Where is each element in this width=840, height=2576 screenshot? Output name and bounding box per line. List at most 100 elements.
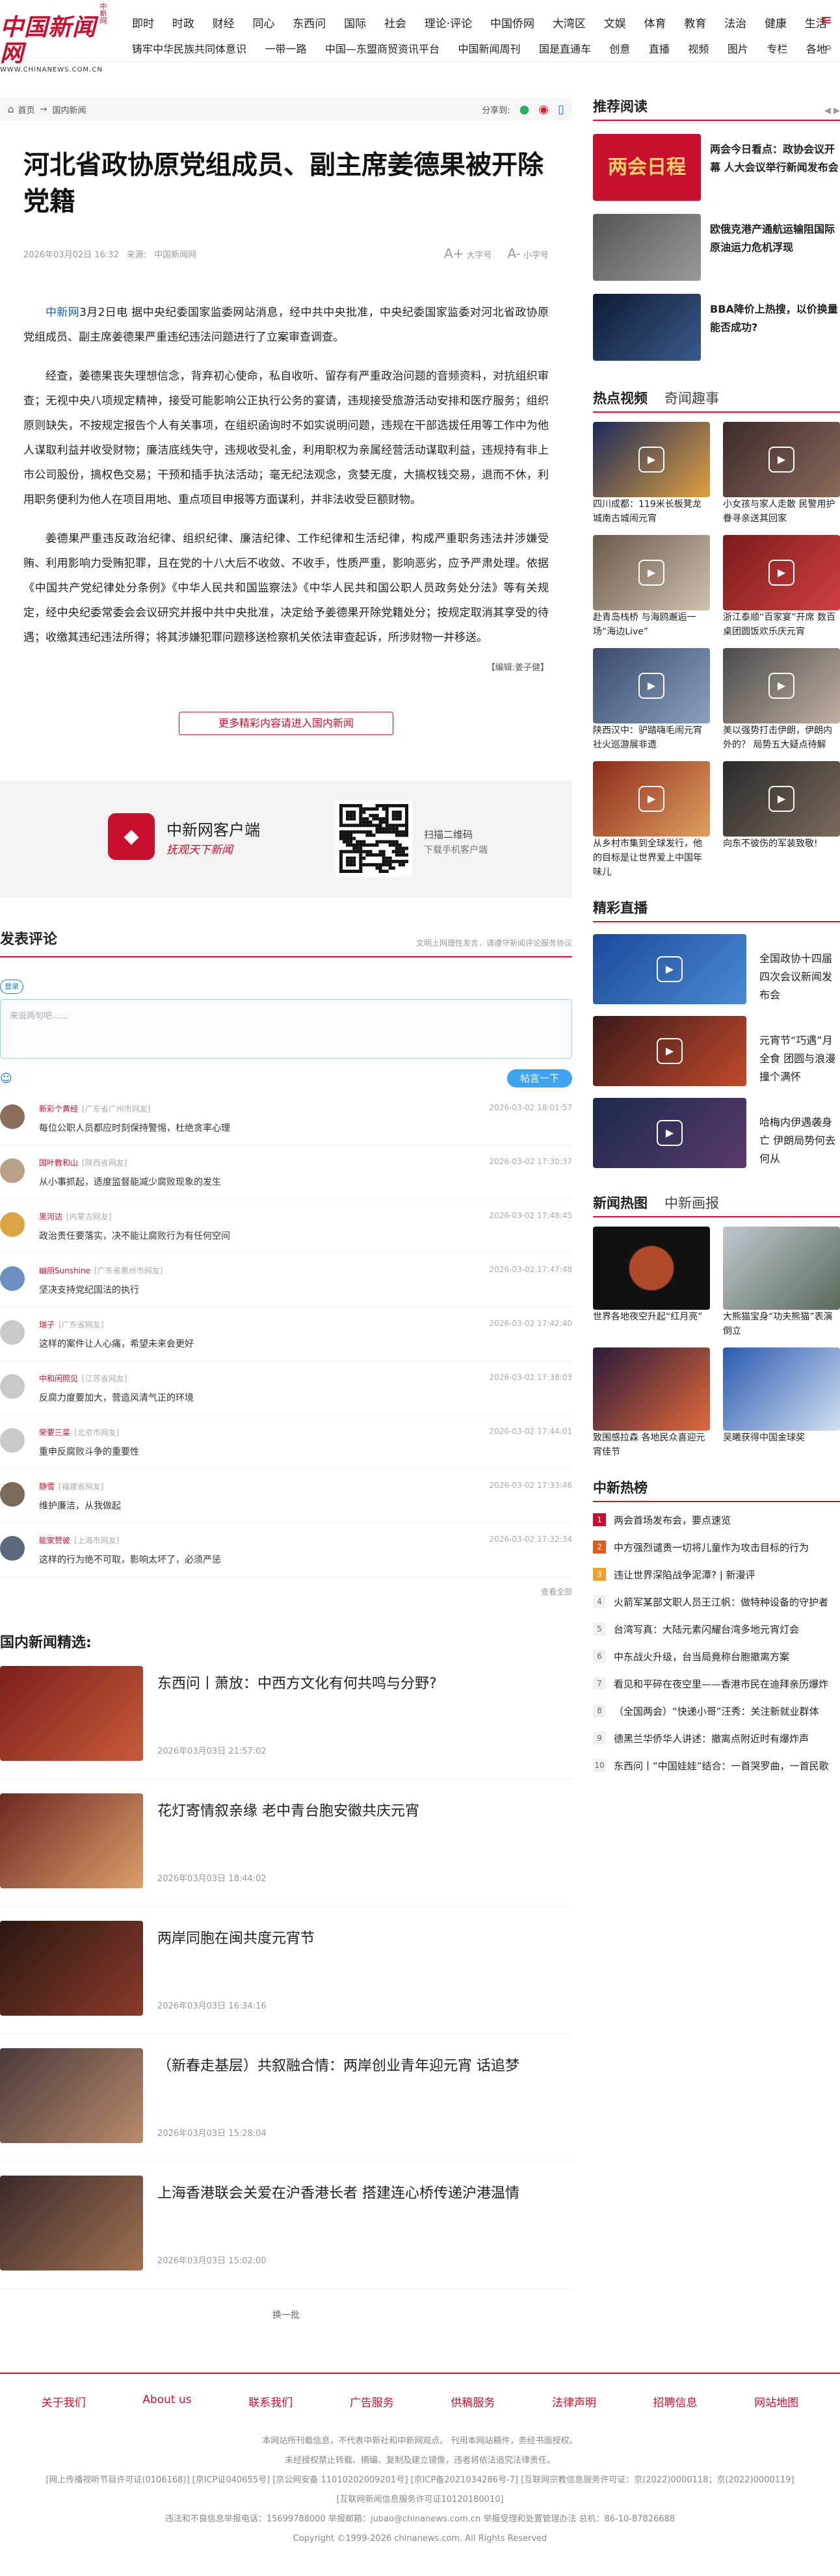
nav-item[interactable]: 中国侨网 bbox=[490, 14, 534, 31]
video-caption[interactable]: 浙江泰顺“百家宴”开席 数百桌团圆饭欢乐庆元宵 bbox=[723, 612, 835, 637]
video-item[interactable]: ▶ 四川成都：119米长板凳龙城南古城闹元宵 bbox=[593, 422, 710, 526]
footer-link[interactable]: 联系我们 bbox=[248, 2393, 293, 2410]
nav2-item[interactable]: 各地 bbox=[806, 40, 827, 56]
play-icon[interactable]: ▶ bbox=[638, 447, 664, 473]
selection-image[interactable] bbox=[0, 1793, 143, 1888]
footer-link[interactable]: 供稿服务 bbox=[451, 2393, 495, 2410]
nav2-item[interactable]: 创意 bbox=[609, 40, 630, 56]
live-item[interactable]: ▶ 元宵节“巧遇”月全食 团圆与浪漫撞个满怀 bbox=[593, 1016, 840, 1086]
app-logo-icon[interactable]: ◆ bbox=[108, 813, 155, 860]
play-icon[interactable]: ▶ bbox=[638, 560, 664, 586]
video-item[interactable]: ▶ 小女孩与家人走散 民警用护眷寻亲送其回家 bbox=[723, 422, 840, 526]
video-thumbnail[interactable]: ▶ bbox=[723, 761, 840, 837]
comment-username[interactable]: 国叶教和山 bbox=[39, 1158, 78, 1167]
nav-item[interactable]: 健康 bbox=[765, 14, 787, 31]
avatar[interactable] bbox=[0, 1104, 25, 1129]
video-tab-2[interactable]: 奇闻趣事 bbox=[664, 388, 719, 408]
rank-headline[interactable]: 火箭军某部文职人员王江帆：做特种设备的守护者 bbox=[614, 1595, 828, 1609]
photo-thumbnail[interactable] bbox=[593, 1227, 710, 1310]
more-news-button[interactable]: 更多精彩内容请进入国内新闻 bbox=[179, 712, 393, 735]
photo-title[interactable]: 新闻热图 bbox=[593, 1193, 648, 1212]
comment-user[interactable]: 静雪 [福建省网友] bbox=[39, 1481, 103, 1492]
live-thumbnail[interactable]: ▶ bbox=[593, 934, 746, 1004]
nav-item[interactable]: 时政 bbox=[172, 14, 194, 31]
selection-image[interactable] bbox=[0, 2048, 143, 2143]
recommend-headline[interactable]: 两会今日看点：政协会议开幕 人大会议举行新闻发布会 bbox=[710, 134, 840, 201]
recommend-image[interactable] bbox=[593, 214, 701, 281]
selection-headline[interactable]: 花灯寄情叙亲缘 老中青台胞安徽共庆元宵 bbox=[157, 1801, 419, 1822]
video-caption[interactable]: 小女孩与家人走散 民警用护眷寻亲送其回家 bbox=[723, 499, 835, 524]
wechat-icon[interactable]: ● bbox=[519, 103, 530, 116]
video-thumbnail[interactable]: ▶ bbox=[723, 535, 840, 610]
photo-thumbnail[interactable] bbox=[593, 1347, 710, 1431]
comment-username[interactable]: 中和闲照见 bbox=[39, 1374, 78, 1383]
comment-user[interactable]: 能家赞彼 [上海市网友] bbox=[39, 1535, 119, 1546]
nav-item[interactable]: 财经 bbox=[213, 14, 235, 31]
comment-username[interactable]: 能家赞彼 bbox=[39, 1536, 70, 1545]
comment-user[interactable]: 荣要三菜 [北京市网友] bbox=[39, 1427, 119, 1438]
breadcrumb-section[interactable]: 国内新闻 bbox=[52, 103, 86, 116]
photo-caption[interactable]: 世界各地夜空升起“红月亮” bbox=[593, 1312, 703, 1322]
play-icon[interactable]: ▶ bbox=[768, 673, 794, 699]
site-logo[interactable]: 中国新闻网 WWW.CHINANEWS.COM.CN bbox=[0, 14, 111, 73]
video-caption[interactable]: 从乡村市集到全球发行，他的目标是让世界爱上中国年味儿 bbox=[593, 839, 702, 878]
photo-item[interactable]: 大熊猫宝身“功夫熊猫”表演倒立 bbox=[723, 1227, 840, 1338]
rank-item[interactable]: 6 中东战火升级，台当局竟称台胞撤离方案 bbox=[593, 1643, 840, 1670]
photo-caption[interactable]: 吴曦获得中国金球奖 bbox=[723, 1433, 805, 1443]
play-icon[interactable]: ▶ bbox=[768, 786, 794, 812]
selection-image[interactable] bbox=[0, 1666, 143, 1761]
video-item[interactable]: ▶ 美以强势打击伊朗，伊朗内外的？ 局势五大疑点待解 bbox=[723, 648, 840, 752]
selection-image[interactable] bbox=[0, 2176, 143, 2270]
avatar[interactable] bbox=[0, 1158, 25, 1183]
avatar[interactable] bbox=[0, 1536, 25, 1561]
photo-thumbnail[interactable] bbox=[723, 1347, 840, 1431]
live-thumbnail[interactable]: ▶ bbox=[593, 1016, 746, 1086]
photo-item[interactable]: 致围感拉森 各地民众喜迎元宵佳节 bbox=[593, 1347, 710, 1459]
selection-item[interactable]: 东西问丨萧放：中西方文化有何共鸣与分野? 2026年03月03日 21:57:02 bbox=[0, 1659, 572, 1779]
video-item[interactable]: ▶ 向东不彼伤的军装致敬! bbox=[723, 761, 840, 879]
nav-item[interactable]: 文娱 bbox=[604, 14, 626, 31]
nav2-item[interactable]: 直播 bbox=[649, 40, 670, 56]
nav-item[interactable]: 法治 bbox=[724, 14, 746, 31]
recommend-headline[interactable]: BBA降价上热搜，以价换量能否成功? bbox=[710, 294, 840, 361]
selection-headline[interactable]: （新春走基层）共叙融合情：两岸创业青年迎元宵 话追梦 bbox=[157, 2056, 519, 2077]
photo-caption[interactable]: 致围感拉森 各地民众喜迎元宵佳节 bbox=[593, 1433, 705, 1457]
selection-item[interactable]: （新春走基层）共叙融合情：两岸创业青年迎元宵 话追梦 2026年03月03日 15… bbox=[0, 2042, 572, 2161]
selection-headline[interactable]: 上海香港联会关爱在沪香港长者 搭建连心桥传递沪港温情 bbox=[157, 2183, 519, 2204]
video-thumbnail[interactable]: ▶ bbox=[593, 761, 710, 837]
rank-headline[interactable]: 德黑兰华侨华人讲述：撤离点附近时有爆炸声 bbox=[614, 1732, 809, 1745]
video-item[interactable]: ▶ 陕西汉中：驴踏嗨毛闹元宵 社火巡游展非遗 bbox=[593, 648, 710, 752]
selection-image[interactable] bbox=[0, 1921, 143, 2016]
video-thumbnail[interactable]: ▶ bbox=[593, 648, 710, 723]
footer-link[interactable]: 广告服务 bbox=[350, 2393, 394, 2410]
selection-item[interactable]: 上海香港联会关爱在沪香港长者 搭建连心桥传递沪港温情 2026年03月03日 15… bbox=[0, 2169, 572, 2289]
recommend-image[interactable] bbox=[593, 294, 701, 361]
video-item[interactable]: ▶ 浙江泰顺“百家宴”开席 数百桌团圆饭欢乐庆元宵 bbox=[723, 535, 840, 639]
login-button[interactable]: 登录 bbox=[0, 980, 23, 994]
comment-username[interactable]: 静雪 bbox=[39, 1482, 55, 1491]
play-icon[interactable]: ▶ bbox=[657, 956, 683, 982]
footer-link[interactable]: 招聘信息 bbox=[653, 2393, 698, 2410]
comment-user[interactable]: 瑞子 [广东省网友] bbox=[39, 1319, 103, 1330]
recommend-item[interactable]: 两会日程 两会今日看点：政协会议开幕 人大会议举行新闻发布会 bbox=[593, 134, 840, 201]
font-small-button[interactable]: A- 小字号 bbox=[508, 246, 549, 261]
rank-headline[interactable]: 台湾写真：大陆元素闪耀台湾多地元宵灯会 bbox=[614, 1622, 799, 1636]
rank-headline[interactable]: 两会首场发布会，要点速览 bbox=[614, 1513, 731, 1527]
video-title[interactable]: 热点视频 bbox=[593, 388, 648, 408]
rank-headline[interactable]: 中方强烈谴责一切将儿童作为攻击目标的行为 bbox=[614, 1541, 809, 1554]
recommend-image[interactable]: 两会日程 bbox=[593, 134, 701, 201]
footer-link[interactable]: 网站地图 bbox=[754, 2393, 798, 2410]
footer-link[interactable]: 法律声明 bbox=[552, 2393, 596, 2410]
avatar[interactable] bbox=[0, 1428, 25, 1453]
comment-username[interactable]: 荣要三菜 bbox=[39, 1428, 70, 1437]
nav2-item[interactable]: 一带一路 bbox=[265, 40, 306, 56]
search-icon[interactable]: ⌕ bbox=[825, 39, 832, 55]
weibo-icon[interactable]: ◉ bbox=[538, 103, 549, 116]
video-item[interactable]: ▶ 从乡村市集到全球发行，他的目标是让世界爱上中国年味儿 bbox=[593, 761, 710, 879]
pager-icon[interactable]: ◀ ▶ bbox=[824, 106, 840, 116]
nav2-item[interactable]: 中国新闻周刊 bbox=[458, 40, 520, 56]
nav-item[interactable]: 理论·评论 bbox=[425, 14, 472, 31]
emoji-icon[interactable]: ☺ bbox=[0, 1072, 12, 1086]
comment-user[interactable]: 新彩个黄经 [广东省广州市网友] bbox=[39, 1103, 150, 1114]
avatar[interactable] bbox=[0, 1266, 25, 1291]
